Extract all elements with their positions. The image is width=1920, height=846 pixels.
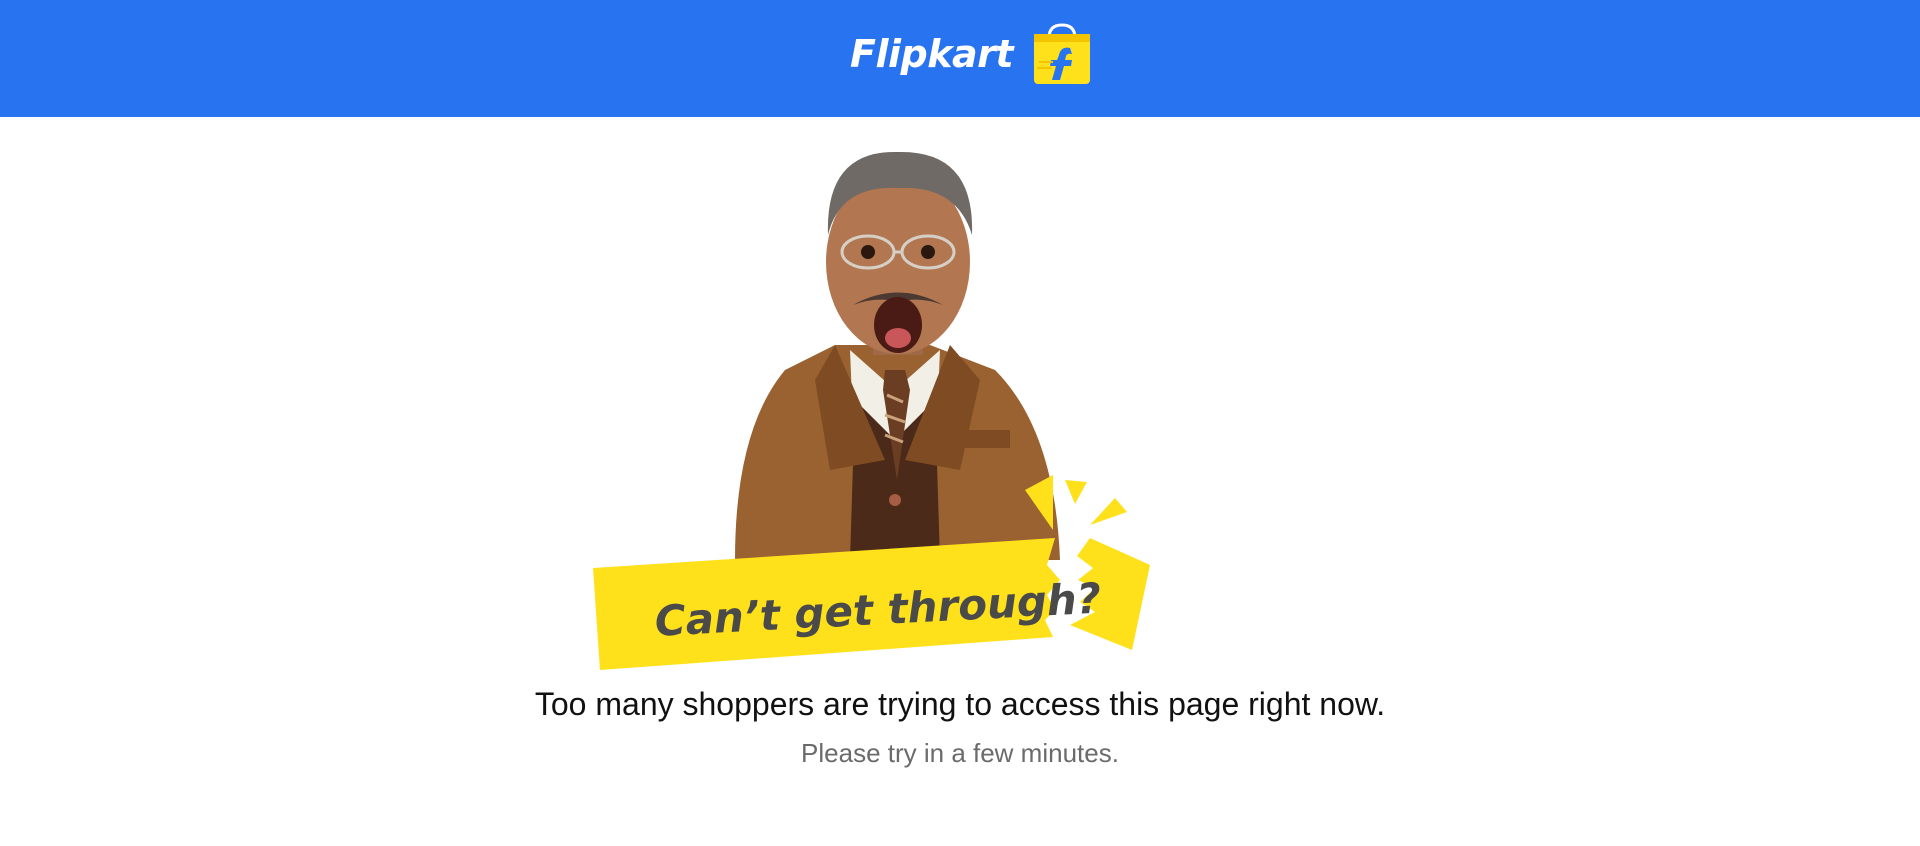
- error-headline: Too many shoppers are trying to access t…: [534, 686, 1386, 722]
- flipkart-bag-icon: [1034, 23, 1091, 84]
- brand-name: Flipkart: [850, 32, 1014, 76]
- boy-figure: [735, 151, 1060, 560]
- top-header: Flipkart: [0, 0, 1920, 117]
- error-illustration: Can’t get through?: [585, 140, 1335, 680]
- flipkart-logo-link[interactable]: Flipkart: [850, 22, 1093, 86]
- error-subtext: Please try in a few minutes.: [801, 738, 1119, 768]
